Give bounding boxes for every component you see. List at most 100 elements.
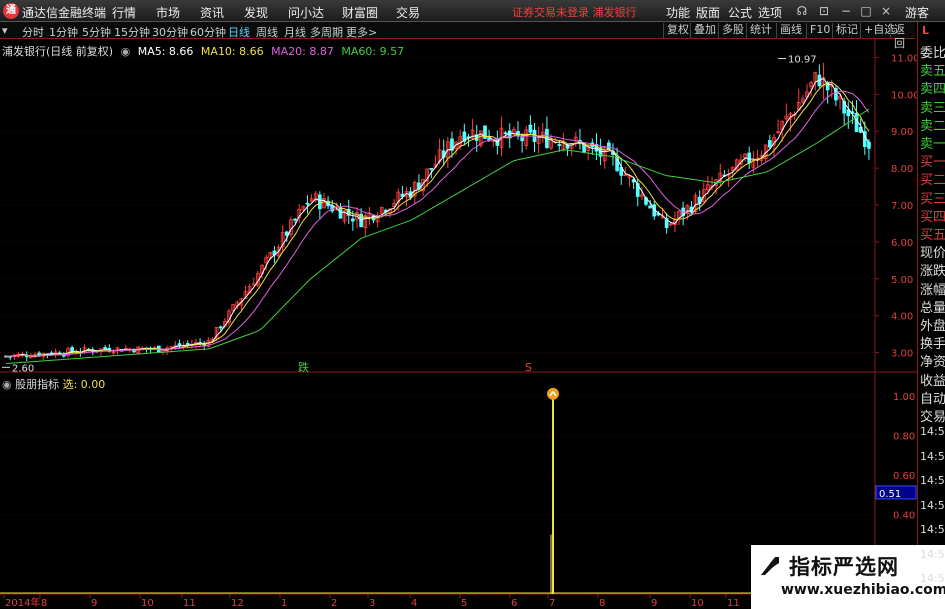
xtick-label: 9 — [651, 598, 657, 609]
candle-body — [351, 218, 355, 222]
candle-body — [606, 142, 611, 150]
xtick-label: 2014年 — [5, 596, 40, 609]
ytick-label: 0.80 — [893, 431, 915, 442]
stock-name[interactable]: 浦发银行(日线 前复权) — [2, 45, 113, 58]
quote-panel: 委比 卖五 卖四 卖三 卖二 卖一 买一 买二 买三 买四 买五 现价 涨跌 涨幅 总量 外盘 换手 净资 收益 自动… — [917, 22, 945, 609]
quote-label: 卖二 — [920, 118, 945, 134]
quote-label: 总量 — [920, 300, 945, 316]
quote-label: 外盘 — [920, 319, 945, 334]
quote-label: 收益 — [920, 373, 945, 389]
lock-icon[interactable]: ⊡ — [816, 2, 832, 20]
menu-discover[interactable]: 发现 — [244, 4, 268, 21]
settings-icon[interactable]: ◉ — [121, 45, 131, 58]
xtick-label: 10 — [691, 598, 704, 609]
candle-body — [338, 207, 343, 219]
watermark: 指标严选网 www.xuezhibiao.com — [751, 545, 945, 609]
xtick-label: 11 — [727, 598, 740, 609]
tab-daily[interactable]: 日线 — [228, 24, 250, 40]
menu-quotes[interactable]: 行情 — [112, 4, 136, 21]
ma-legend: 浦发银行(日线 前复权) ◉ MA5: 8.66 MA10: 8.66 MA20… — [2, 43, 408, 59]
quote-label: 买二 — [920, 173, 945, 189]
tab-15min[interactable]: 15分钟 — [114, 24, 150, 40]
headset-icon[interactable]: ☊ — [794, 2, 810, 20]
tool-layout[interactable]: 版面 — [696, 4, 720, 21]
indicator-settings-icon[interactable]: ◉ — [2, 378, 12, 391]
high-price-label: 10.97 — [788, 55, 817, 66]
tab-intraday[interactable]: 分时 — [22, 24, 44, 40]
btn-multi-stock[interactable]: 多股 — [718, 23, 747, 38]
candle-body — [185, 343, 190, 345]
candle-body — [768, 140, 772, 148]
indicator-name[interactable]: 股朋指标 — [15, 378, 59, 391]
quote-label: 涨幅 — [920, 282, 945, 298]
quote-label: 卖一 — [920, 137, 945, 152]
xtick-label: 7 — [549, 598, 555, 609]
btn-overlay[interactable]: 叠加 — [690, 23, 719, 38]
trade-time: 14:56 — [920, 547, 945, 561]
candle-body — [293, 218, 297, 221]
menu-wealth[interactable]: 财富圈 — [342, 4, 378, 21]
candle-body — [317, 194, 322, 210]
ma10-line — [6, 81, 870, 357]
ma20-line — [6, 90, 870, 357]
btn-back[interactable]: 返回 — [890, 23, 915, 50]
ma20-value: MA20: 8.87 — [271, 45, 334, 58]
quote-label: 卖三 — [920, 100, 945, 116]
tool-options[interactable]: 选项 — [758, 4, 782, 21]
xtick-label: 9 — [91, 598, 97, 609]
quote-label: 买五 — [920, 228, 945, 243]
broker-status: 证券交易未登录 浦发银行 — [512, 6, 637, 19]
tool-formula[interactable]: 公式 — [728, 4, 752, 21]
quote-label: 买三 — [920, 191, 945, 207]
tab-multi-period[interactable]: 多周期 — [310, 24, 343, 40]
app-title: 通达信金融终端 — [22, 6, 107, 20]
watermark-arrow-icon — [761, 557, 779, 575]
ytick-label: 7.00 — [891, 201, 913, 212]
trade-time: 14:56 — [920, 572, 945, 585]
quote-label: 换手 — [920, 337, 945, 353]
xtick-label: 3 — [369, 598, 375, 609]
btn-draw[interactable]: 画线 — [776, 23, 805, 38]
ma60-value: MA60: 9.57 — [341, 45, 405, 58]
ytick-label: 4.00 — [891, 312, 913, 323]
trade-time: 14:56 — [920, 425, 945, 438]
tab-5min[interactable]: 5分钟 — [82, 24, 111, 40]
btn-stats[interactable]: 统计 — [746, 23, 775, 38]
signal-up-icon — [547, 387, 559, 400]
level-label: L — [922, 24, 930, 37]
ytick-label: 0.40 — [893, 511, 915, 522]
candle-body — [747, 152, 752, 164]
tab-weekly[interactable]: 周线 — [256, 24, 278, 40]
trade-time: 14:56 — [920, 449, 945, 463]
menu-ask[interactable]: 问小达 — [288, 4, 324, 21]
menu-news[interactable]: 资讯 — [200, 4, 224, 21]
tool-function[interactable]: 功能 — [666, 4, 690, 21]
guest-label[interactable]: 游客 — [905, 4, 929, 21]
tab-30min[interactable]: 30分钟 — [152, 24, 188, 40]
menu-market[interactable]: 市场 — [156, 4, 180, 21]
marker-fall: 跌 — [298, 360, 309, 374]
watermark-title: 指标严选网 — [789, 555, 899, 579]
btn-mark[interactable]: 标记 — [832, 23, 861, 38]
tab-more[interactable]: 更多> — [346, 24, 377, 40]
maximize-icon[interactable]: □ — [858, 2, 874, 20]
menu-trade[interactable]: 交易 — [396, 4, 420, 21]
quote-label: 涨跌 — [920, 264, 945, 280]
kline-chart[interactable]: 11.00 10.00 9.00 8.00 7.00 6.00 5.00 4.00 3.00 1.… — [0, 39, 917, 609]
xtick-label: 8 — [41, 598, 47, 609]
minimize-icon[interactable]: − — [838, 2, 854, 20]
btn-adjust[interactable]: 复权 — [663, 23, 692, 38]
tab-monthly[interactable]: 月线 — [284, 24, 306, 40]
candle-body — [284, 231, 289, 236]
indicator-legend: ◉ 股朋指标 选: 0.00 — [2, 376, 105, 392]
close-icon[interactable]: × — [878, 2, 894, 20]
quote-label: 卖四 — [920, 82, 945, 98]
candle-body — [557, 144, 562, 146]
ma5-line — [6, 77, 870, 357]
tab-1min[interactable]: 1分钟 — [49, 24, 78, 40]
menu-toggle-icon[interactable]: ▾ — [2, 24, 8, 37]
candle-body — [867, 141, 871, 149]
candle-body — [528, 124, 533, 133]
btn-f10[interactable]: F10 — [806, 23, 833, 38]
tab-60min[interactable]: 60分钟 — [190, 24, 226, 40]
